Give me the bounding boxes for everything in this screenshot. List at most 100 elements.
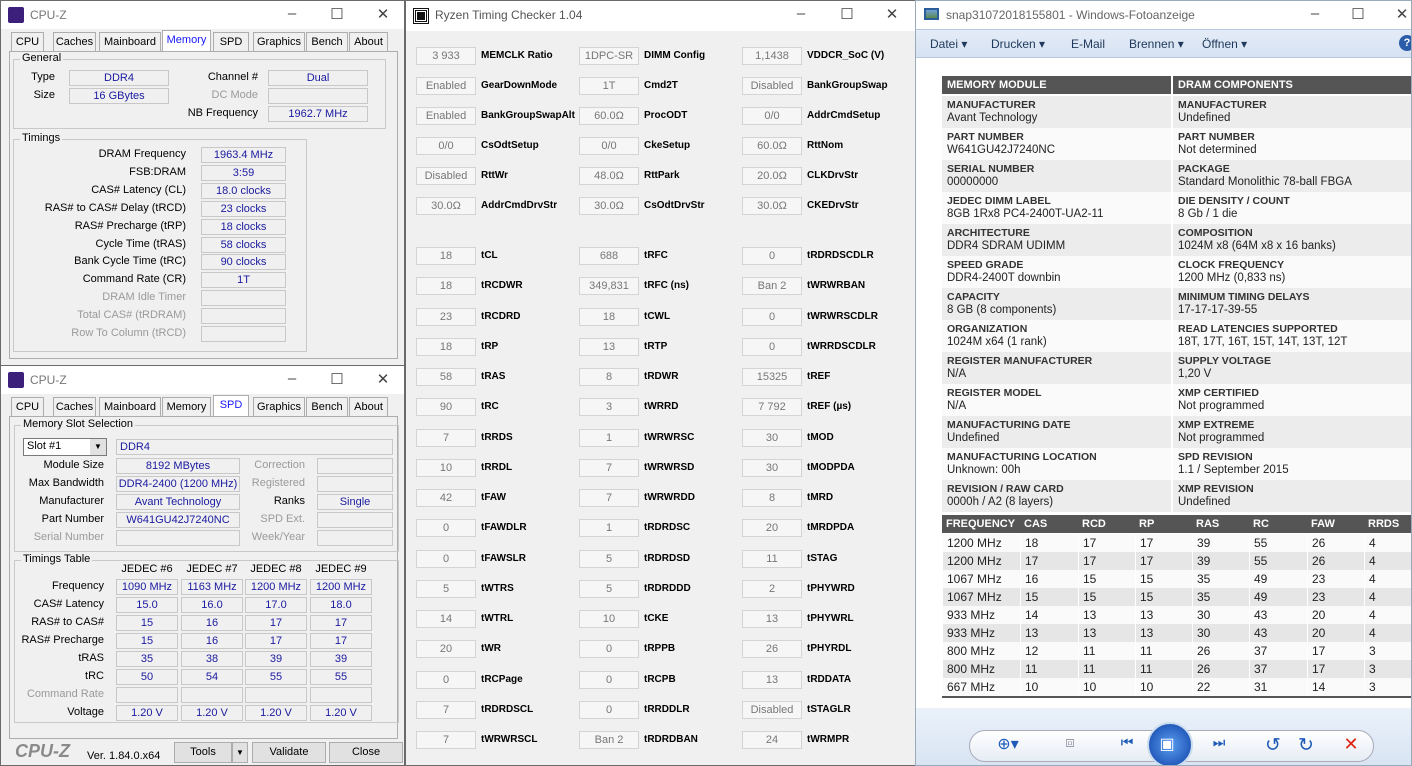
value-trrdl: 10 <box>416 458 476 477</box>
validate-button[interactable]: Validate <box>252 742 326 763</box>
field-label: CAPACITY <box>947 291 1000 303</box>
tab-mainboard[interactable]: Mainboard <box>99 32 161 51</box>
maximize-button[interactable]: ☐ <box>1343 5 1373 23</box>
field-value: Unknown: 00h <box>947 464 1021 476</box>
delete-icon[interactable]: ✕ <box>1338 734 1364 755</box>
report-cell-package: PACKAGE Standard Monolithic 78-ball FBGA <box>1173 160 1411 192</box>
minimize-button[interactable]: – <box>786 5 816 22</box>
value-tmodpda: 30 <box>742 458 802 477</box>
minimize-button[interactable]: – <box>277 5 307 22</box>
next-icon[interactable]: ⏭ <box>1206 734 1232 751</box>
row-label-voltage: Voltage <box>67 706 104 718</box>
previous-icon[interactable]: ⏮ <box>1114 734 1140 751</box>
report-cell-minimum-timing-delays: MINIMUM TIMING DELAYS 17-17-17-39-55 <box>1173 288 1411 320</box>
freq-table-cell: 800 MHz <box>942 660 1020 678</box>
tab-cpu[interactable]: CPU <box>11 32 44 51</box>
report-cell-read-latencies-supported: READ LATENCIES SUPPORTED 18T, 17T, 16T, 1… <box>1173 320 1411 352</box>
tab-mainboard[interactable]: Mainboard <box>99 397 161 416</box>
menu-brennen[interactable]: Brennen ▾ <box>1129 37 1184 51</box>
value-tstag: 11 <box>742 549 802 568</box>
tools-dropdown-button[interactable]: ▼ <box>232 742 248 763</box>
tab-spd[interactable]: SPD <box>213 395 249 417</box>
label-tras: tRAS <box>481 371 506 382</box>
label-twrwrban: tWRWRBAN <box>807 280 866 292</box>
cell-cas-latency-9: 18.0 <box>310 597 372 613</box>
value-tras: 58 <box>416 368 476 386</box>
cpuz-memory-window: CPU-Z – ☐ ✕ CPU Caches Mainboard Memory SPD G… <box>0 0 405 366</box>
fit-window-icon[interactable]: ⧈ <box>1057 734 1083 751</box>
field-value: Not determined <box>1178 144 1257 156</box>
value-tfawdlr: 0 <box>416 519 476 538</box>
tab-cpu[interactable]: CPU <box>11 397 44 416</box>
menu-ffnen[interactable]: Öffnen ▾ <box>1202 37 1247 51</box>
tab-caches[interactable]: Caches <box>53 397 96 416</box>
menu-drucken[interactable]: Drucken ▾ <box>991 37 1045 51</box>
slideshow-icon[interactable]: ▣ <box>1154 734 1180 754</box>
close-button[interactable]: Close <box>329 742 403 763</box>
field-value: 18T, 17T, 16T, 15T, 14T, 13T, 12T <box>1178 336 1348 348</box>
maximize-button[interactable]: ☐ <box>322 370 352 388</box>
cell-voltage-6: 1.20 V <box>116 705 178 721</box>
freq-table-cell: 15 <box>1020 588 1078 606</box>
title-bar[interactable]: CPU-Z – ☐ ✕ <box>1 1 404 29</box>
value-trdrdsc: 1 <box>579 519 639 538</box>
field-value: DDR4-2400T downbin <box>947 272 1061 284</box>
freq-table-cell: 17 <box>1135 552 1192 570</box>
maximize-button[interactable]: ☐ <box>832 5 862 23</box>
value-tmrd: 8 <box>742 489 802 507</box>
value-trdrdscdlr: 0 <box>742 247 802 265</box>
tab-memory[interactable]: Memory <box>162 30 211 52</box>
cell-tras-8: 39 <box>245 651 307 667</box>
freq-table-cell: 1067 MHz <box>942 570 1020 588</box>
value-bankgroupswap: Disabled <box>742 77 802 95</box>
report-cell-revision-raw-card: REVISION / RAW CARD 0000h / A2 (8 layers) <box>942 480 1171 512</box>
tab-graphics[interactable]: Graphics <box>253 397 305 416</box>
rotate-left-icon[interactable]: ↺ <box>1260 734 1286 757</box>
label-twrwrscdlr: tWRWRSCDLR <box>807 310 878 322</box>
freq-table-cell: 10 <box>1020 678 1078 696</box>
tab-caches[interactable]: Caches <box>53 32 96 51</box>
tab-about[interactable]: About <box>349 397 388 416</box>
value-cmd2t: 1T <box>579 77 639 95</box>
freq-table-cell: 26 <box>1307 552 1364 570</box>
label-addrcmdsetup: AddrCmdSetup <box>807 110 881 121</box>
group-label: Memory Slot Selection <box>21 418 136 430</box>
tab-memory[interactable]: Memory <box>162 397 211 416</box>
cell-ras-to-cas-8: 17 <box>245 615 307 631</box>
maximize-button[interactable]: ☐ <box>322 5 352 23</box>
chevron-down-icon: ▾ <box>1174 37 1184 51</box>
rotate-right-icon[interactable]: ↻ <box>1293 734 1319 757</box>
tab-bench[interactable]: Bench <box>306 397 348 416</box>
tab-graphics[interactable]: Graphics <box>253 32 305 51</box>
zoom-icon[interactable]: ⊕▾ <box>995 734 1021 754</box>
menu-label: Brennen <box>1129 37 1175 51</box>
field-value: Undefined <box>947 432 1000 444</box>
menu-e-mail[interactable]: E-Mail <box>1071 37 1105 51</box>
label-tmrdpda: tMRDPDA <box>807 522 855 534</box>
close-button[interactable]: ✕ <box>368 5 398 23</box>
value-dimm-config: 1DPC-SR <box>579 47 639 65</box>
minimize-button[interactable]: – <box>277 370 307 387</box>
minimize-button[interactable]: – <box>1300 5 1330 22</box>
close-button[interactable]: ✕ <box>877 5 907 23</box>
label-module-size: Module Size <box>43 459 104 471</box>
title-bar[interactable]: snap31072018155801 - Windows-Fotoanzeige… <box>916 1 1411 29</box>
title-bar[interactable]: Ryzen Timing Checker 1.04 – ☐ ✕ <box>406 1 915 31</box>
cell-trc-6: 50 <box>116 669 178 685</box>
title-bar[interactable]: CPU-Z – ☐ ✕ <box>1 366 404 394</box>
menu-datei[interactable]: Datei ▾ <box>930 37 967 51</box>
report-cell-capacity: CAPACITY 8 GB (8 components) <box>942 288 1171 320</box>
value-twrwrscdlr: 0 <box>742 307 802 326</box>
tab-about[interactable]: About <box>349 32 388 51</box>
chevron-down-icon[interactable]: ▼ <box>90 439 106 455</box>
freq-table-cell: 43 <box>1249 606 1307 624</box>
value-trdwr: 8 <box>579 368 639 386</box>
tools-button[interactable]: Tools <box>174 742 232 763</box>
value-ckedrvstr: 30.0Ω <box>742 197 802 215</box>
close-button[interactable]: ✕ <box>1387 5 1411 23</box>
close-button[interactable]: ✕ <box>368 370 398 388</box>
tab-spd[interactable]: SPD <box>213 32 249 51</box>
value-csodtdrvstr: 30.0Ω <box>579 197 639 215</box>
help-icon[interactable]: ? <box>1399 35 1411 51</box>
tab-bench[interactable]: Bench <box>306 32 348 51</box>
